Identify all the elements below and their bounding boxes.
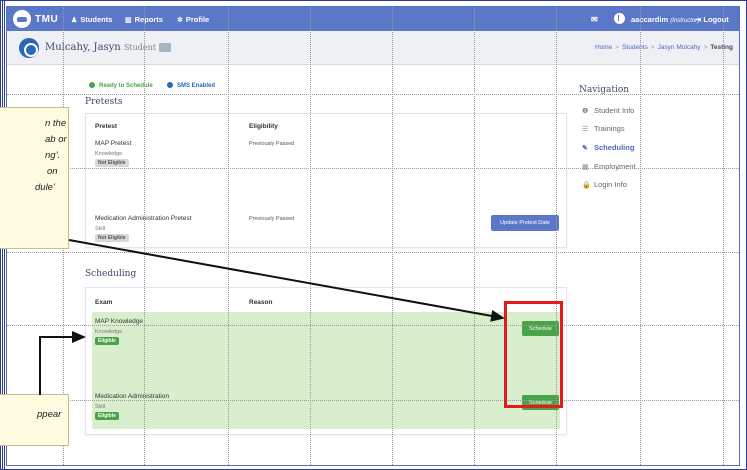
lock-icon: 🔒 [582,182,591,189]
grid-line [7,400,739,401]
pretest-type: Knowledge [95,151,123,157]
list-icon: ☰ [582,126,589,133]
nav-scheduling[interactable]: ✎ Scheduling [582,143,634,152]
grid-line [310,7,311,465]
exam-name: MAP Knowledge [95,318,143,325]
grid-line [640,7,641,465]
nav-profile[interactable]: ✲ Profile [177,15,209,24]
edit-icon: ✎ [582,145,588,152]
breadcrumb-students[interactable]: Students [622,44,648,51]
exam-name: Medication Administration [95,393,170,400]
brand-name[interactable]: TMU [35,14,58,25]
mail-icon[interactable]: ✉ [591,15,598,24]
nav-student-info[interactable]: ❶ Student Info [582,106,634,115]
nav-trainings[interactable]: ☰ Trainings [582,124,625,133]
student-header: Mulcahy, Jasyn Student Home > Students > Jas… [7,31,739,65]
eligibility-column-header: Eligibility [249,123,278,130]
app-screenshot: TMU ♟ Students ▥ Reports ✲ Profile ✉ aaccar… [6,6,740,466]
breadcrumb-student[interactable]: Jasyn Mulcahy [658,44,701,51]
pretest-eligibility: Previously Passed [249,141,295,147]
pretests-title: Pretests [85,97,123,107]
status-dot-icon [89,82,95,88]
bar-chart-icon: ▥ [125,17,132,24]
grid-line [7,252,739,253]
status-sms: SMS Enabled [167,82,215,89]
breadcrumb: Home > Students > Jasyn Mulcahy > Testing [594,44,733,51]
exam-type: Skill [95,404,106,410]
exam-column-header: Exam [95,299,113,306]
student-name: Mulcahy, Jasyn Student [45,42,157,53]
callout-bottom: ppear [0,394,69,446]
info-icon: ❶ [582,108,589,115]
highlight-box [504,301,563,408]
grid-line [723,7,724,465]
eligible-badge: Eligible [95,337,119,345]
tmu-logo-icon[interactable] [13,10,31,28]
top-navbar: TMU ♟ Students ▥ Reports ✲ Profile ✉ aaccar… [7,7,739,31]
callout-top: n the ab or ng’. on dule’ [0,107,69,249]
grid-line [7,94,739,95]
nav-employment[interactable]: ▦ Employment [582,162,636,171]
pretest-name: MAP Pretest [95,140,132,147]
status-dot-icon [167,82,173,88]
breadcrumb-home[interactable]: Home [595,44,612,51]
pretest-column-header: Pretest [95,123,118,130]
grid-line [228,7,229,465]
breadcrumb-current: Testing [710,44,733,51]
user-menu[interactable]: aaccardim (Instructor) [631,15,699,24]
eligible-rows-highlight [92,312,560,429]
exam-type: Knowledge [95,329,123,335]
grid-line [7,168,739,169]
envelope-icon[interactable] [159,43,171,52]
grid-line [144,7,145,465]
user-icon: ♟ [71,17,78,24]
nav-students[interactable]: ♟ Students [71,15,112,24]
reason-column-header: Reason [249,299,273,306]
nav-login-info[interactable]: 🔒 Login Info [582,180,627,189]
power-icon [614,13,625,24]
not-eligible-badge: Not Eligible [95,234,129,242]
pretest-eligibility: Previously Passed [249,216,295,222]
not-eligible-badge: Not Eligible [95,159,129,167]
update-pretest-date-button[interactable]: Update Pretest Date [491,215,559,231]
grid-line [474,7,475,465]
student-avatar-icon [19,38,39,58]
grid-line [7,325,739,326]
scheduling-title: Scheduling [85,269,137,279]
eligible-badge: Eligible [95,412,119,420]
building-icon: ▦ [582,164,589,171]
gear-icon: ✲ [177,17,183,24]
grid-line [392,7,393,465]
pretest-type: Skill [95,226,106,232]
